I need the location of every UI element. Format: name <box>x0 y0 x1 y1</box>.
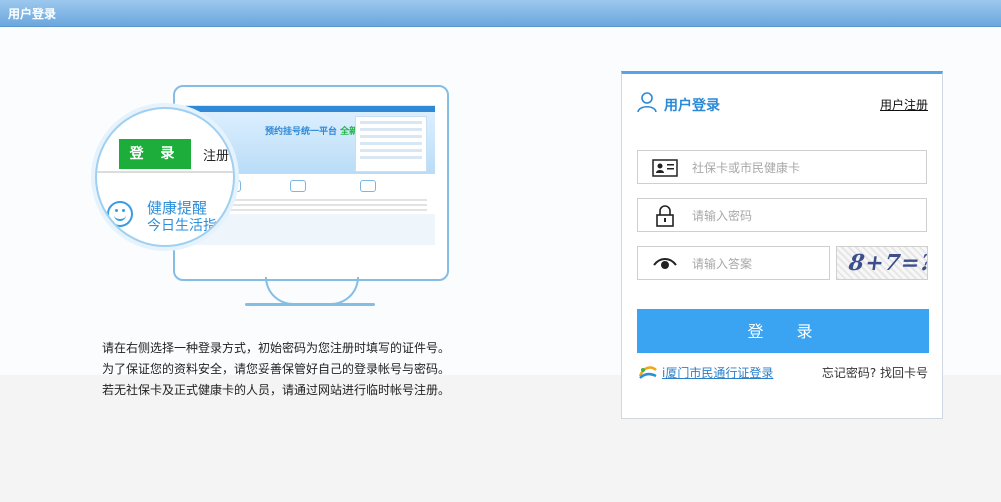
login-notes: 请在右侧选择一种登录方式，初始密码为您注册时填写的证件号。 为了保证您的资料安全… <box>102 338 450 401</box>
card-field[interactable] <box>637 150 927 185</box>
note-line: 请在右侧选择一种登录方式，初始密码为您注册时填写的证件号。 <box>102 341 451 355</box>
screen-header <box>185 95 435 106</box>
magnifier-lens: 登 录 注册 健康提醒 今日生活指南 <box>95 107 235 247</box>
note-line: 若无社保卡及正式健康卡的人员，请通过网站进行临时帐号注册。 <box>102 383 451 397</box>
eye-icon <box>653 258 677 269</box>
note-line: 为了保证您的资料安全，请您妥善保管好自己的登录帐号与密码。 <box>102 362 451 376</box>
window-title: 用户登录 <box>8 7 57 21</box>
login-button[interactable]: 登 录 <box>637 309 929 353</box>
register-link[interactable]: 用户注册 <box>880 96 928 113</box>
captcha-text: 8+7=? <box>847 250 928 276</box>
monitor-stand <box>265 277 359 305</box>
health-reminder-subtitle: 今日生活指南 <box>147 218 231 234</box>
password-input[interactable] <box>690 199 924 233</box>
title-bar: 用户登录 <box>0 0 1001 27</box>
monitor-base <box>245 303 375 306</box>
lens-divider <box>97 171 233 173</box>
login-title: 用户登录 <box>664 98 720 114</box>
lock-icon <box>656 205 674 227</box>
ixiamen-logo-icon <box>638 366 657 379</box>
login-panel: 用户登录 用户注册 8+7=? 登 录 i厦门市民 <box>621 71 943 419</box>
captcha-input[interactable] <box>690 247 824 281</box>
lens-register-label: 注册 <box>203 149 230 164</box>
captcha-field[interactable] <box>637 246 830 281</box>
captcha-image[interactable]: 8+7=? <box>836 246 928 280</box>
card-input[interactable] <box>690 151 924 185</box>
id-card-icon <box>652 159 678 177</box>
password-field[interactable] <box>637 198 927 233</box>
lens-login-button: 登 录 <box>119 139 191 169</box>
ixiamen-login-link[interactable]: i厦门市民通行证登录 <box>662 364 773 381</box>
forgot-password-link[interactable]: 忘记密码? 找回卡号 <box>822 364 928 381</box>
screen-side-panel <box>355 116 427 172</box>
promo-illustration: 预约挂号统一平台 全新上线 登 录 注册 健康提醒 今日生活指南 <box>95 60 465 320</box>
smile-icon <box>107 201 133 227</box>
user-icon <box>637 92 657 113</box>
